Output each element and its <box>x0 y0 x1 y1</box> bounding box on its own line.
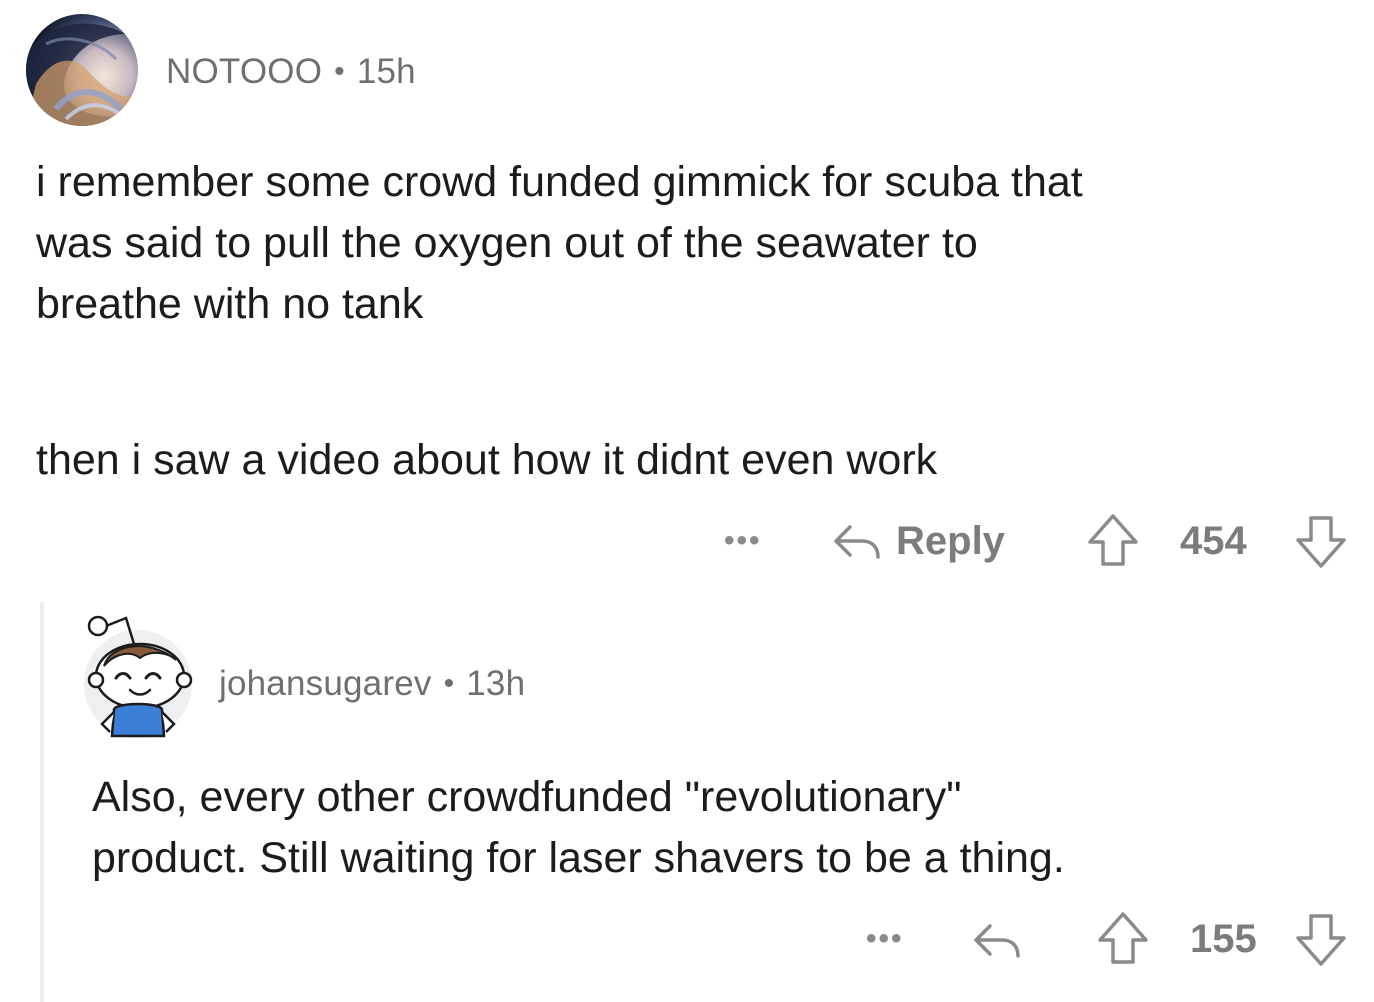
comment-time[interactable]: 15h <box>357 52 416 92</box>
reply-label: Reply <box>896 518 1005 563</box>
meta-separator: • <box>334 55 345 88</box>
upvote-button[interactable] <box>1096 910 1150 966</box>
comment-time[interactable]: 13h <box>466 664 525 704</box>
upvote-arrow-icon <box>1086 512 1140 568</box>
upvote-button[interactable] <box>1086 512 1140 568</box>
vote-score: 155 <box>1190 913 1257 965</box>
reply-button[interactable] <box>972 914 1022 966</box>
downvote-arrow-icon <box>1294 912 1348 968</box>
reply-arrow-icon <box>972 920 1022 960</box>
meta-separator: • <box>443 667 455 700</box>
snoo-avatar-icon[interactable] <box>80 600 196 740</box>
wave-avatar-icon[interactable] <box>26 14 138 126</box>
comment-actions: ••• <box>724 518 762 564</box>
comment-paragraph: Also, every other crowdfunded "revolutio… <box>92 773 1065 882</box>
comment-author[interactable]: NOTOOO <box>166 52 322 92</box>
downvote-button[interactable] <box>1294 912 1348 968</box>
score-value: 155 <box>1190 916 1257 961</box>
vote-score: 454 <box>1180 515 1247 567</box>
downvote-arrow-icon <box>1294 514 1348 570</box>
comment-paragraph: then i saw a video about how it didnt ev… <box>36 436 938 484</box>
thread-line[interactable] <box>40 602 44 1002</box>
comment-meta: johansugarev • 13h <box>219 659 525 709</box>
comment-author[interactable]: johansugarev <box>219 664 432 704</box>
comment-meta: NOTOOO • 15h <box>166 47 416 97</box>
downvote-button[interactable] <box>1294 514 1348 570</box>
score-value: 454 <box>1180 518 1247 563</box>
upvote-arrow-icon <box>1096 910 1150 966</box>
comment-paragraph: i remember some crowd funded gimmick for… <box>36 158 1083 328</box>
comment-actions: ••• <box>866 916 904 962</box>
more-options-button[interactable]: ••• <box>724 524 762 558</box>
more-options-button[interactable]: ••• <box>866 922 904 956</box>
reply-button[interactable]: Reply <box>832 515 1005 567</box>
reply-arrow-icon <box>832 521 882 561</box>
